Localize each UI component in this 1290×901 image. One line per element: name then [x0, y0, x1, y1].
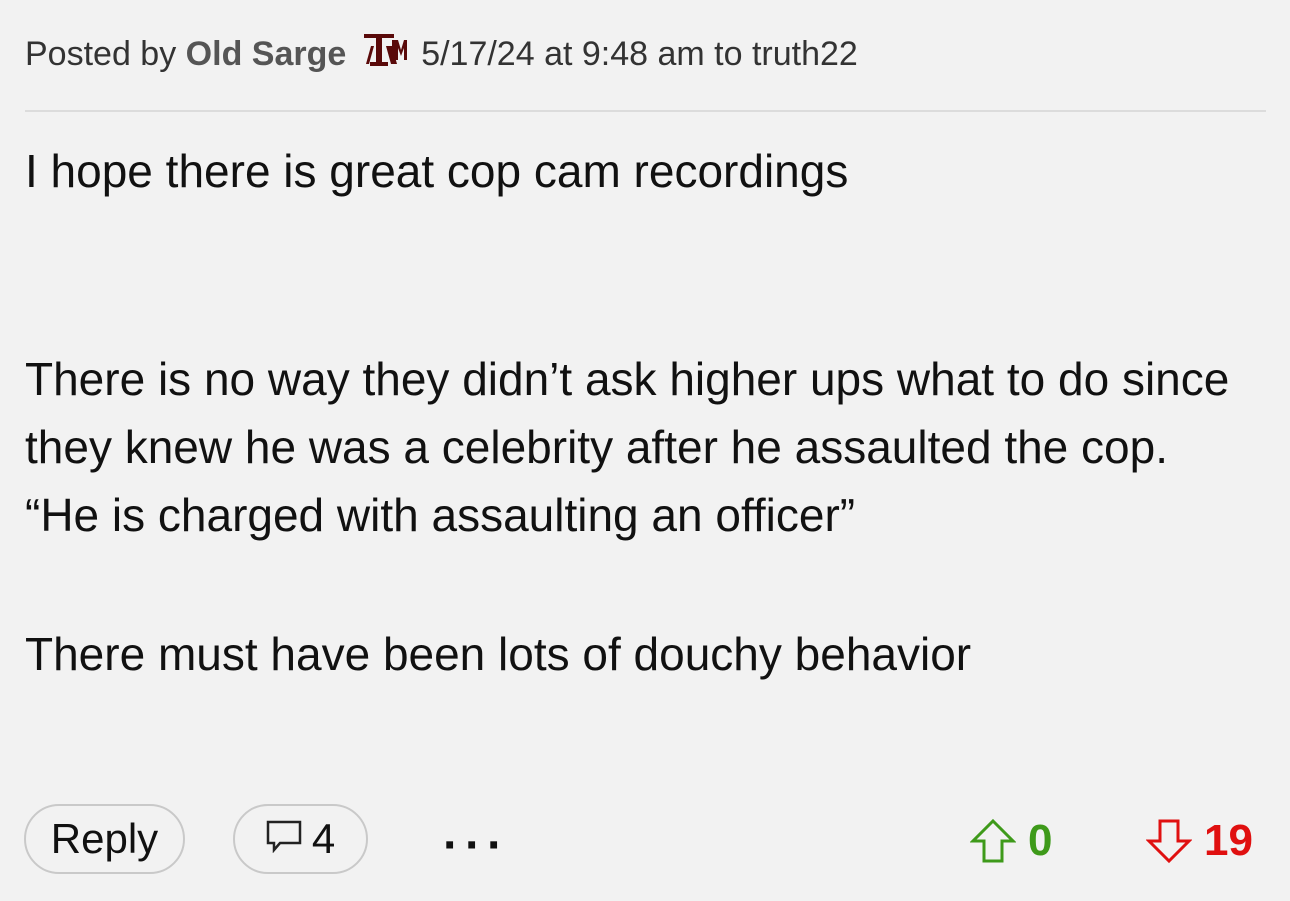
comment-icon — [266, 815, 302, 863]
more-options-button[interactable]: ··· — [443, 818, 509, 873]
downvote-count: 19 — [1204, 816, 1253, 865]
upvote-count: 0 — [1028, 816, 1053, 865]
upvote-button[interactable]: 0 — [970, 816, 1052, 866]
arrow-down-icon — [1146, 819, 1192, 864]
texas-am-logo-icon — [362, 32, 408, 68]
post-paragraph: There must have been lots of douchy beha… — [25, 628, 972, 680]
author-name[interactable]: Old Sarge — [186, 35, 347, 73]
post-paragraph: There is no way they didn’t ask higher u… — [25, 353, 1230, 541]
arrow-up-icon — [970, 818, 1016, 863]
posted-by-prefix: Posted by — [25, 35, 177, 73]
downvote-button[interactable]: 19 — [1146, 816, 1253, 866]
comment-count: 4 — [311, 815, 336, 862]
post-meta: 5/17/24 at 9:48 am to truth22 — [421, 35, 858, 73]
comments-button[interactable]: 4 — [233, 804, 368, 874]
header-divider — [25, 110, 1266, 112]
reply-button[interactable]: Reply — [24, 804, 185, 874]
reply-label: Reply — [50, 815, 159, 862]
post-header: Posted by Old Sarge 5/17/24 at 9:48 am t… — [25, 32, 858, 76]
post-paragraph: I hope there is great cop cam recordings — [25, 145, 849, 197]
